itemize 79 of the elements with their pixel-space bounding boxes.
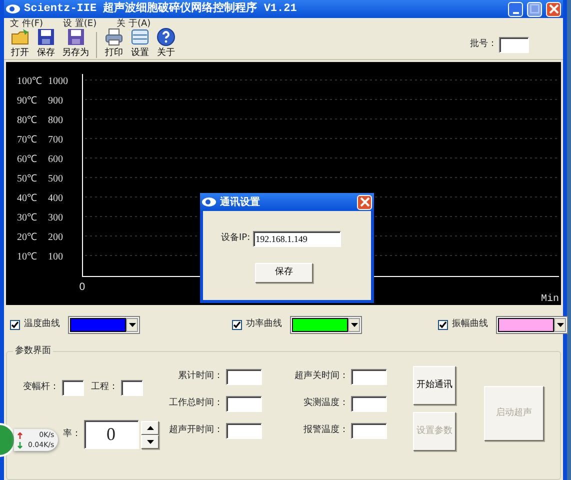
field-label: 工作总时间：: [168, 397, 223, 410]
close-icon: [358, 195, 371, 209]
axis-label: 30℃: [17, 212, 37, 224]
checkbox-label: 振幅曲线: [452, 318, 488, 332]
axis-label: 90℃: [17, 96, 37, 106]
printer-icon: [104, 27, 124, 47]
close-button[interactable]: [357, 194, 372, 210]
color-dropdown[interactable]: [68, 316, 140, 334]
axis-label: 100: [48, 252, 63, 262]
checkbox[interactable]: [438, 320, 448, 330]
minimize-icon: [512, 12, 518, 14]
spin-down-button[interactable]: [141, 434, 159, 448]
axis-label: 200: [48, 232, 63, 243]
color-dropdown[interactable]: [290, 316, 362, 334]
input-field[interactable]: [351, 423, 387, 439]
axis-label: 400: [48, 193, 63, 204]
app-icon: [202, 197, 216, 207]
download-arrow-icon: [17, 442, 23, 448]
field-label: 设备IP:: [221, 232, 250, 246]
input-field[interactable]: [226, 423, 262, 439]
checkbox-label: 功率曲线: [246, 318, 282, 332]
axis-unit: Min: [541, 294, 560, 305]
close-icon: [548, 4, 558, 14]
caret-icon: [556, 323, 564, 327]
caret-down-icon: [146, 440, 154, 444]
window-icon: [130, 27, 150, 47]
axis-label: 600: [48, 154, 63, 165]
field-label: 累计时间：: [177, 370, 223, 384]
field-label: 报警温度：: [302, 424, 348, 438]
field-label: 实测温度：: [302, 397, 348, 410]
axis-label: 500: [48, 174, 63, 184]
dialog-title: 通讯设置: [220, 196, 260, 210]
axis-label: 1000: [48, 76, 68, 87]
upload-arrow-icon: [17, 432, 23, 438]
input-field[interactable]: [120, 380, 142, 396]
field-label: 超声关时间：: [294, 370, 348, 384]
axis-label: 80℃: [17, 115, 37, 126]
help-icon: [156, 27, 176, 47]
axis-label: 100℃: [17, 76, 42, 87]
minimize-button[interactable]: [508, 2, 523, 16]
checkbox[interactable]: [232, 320, 242, 330]
input-field[interactable]: [226, 369, 262, 385]
color-dropdown[interactable]: [496, 316, 568, 334]
input-field[interactable]: [351, 369, 387, 385]
axis-label: 40℃: [17, 193, 37, 204]
close-button[interactable]: [546, 2, 561, 16]
axis-label: 20℃: [17, 232, 37, 243]
axis-label: 70℃: [17, 134, 37, 146]
axis-label: 700: [48, 134, 63, 146]
checkbox-label: 温度曲线: [24, 318, 60, 332]
field-label: 工程：: [91, 381, 118, 394]
input-field[interactable]: [351, 396, 387, 412]
axis-label: 50℃: [17, 174, 37, 184]
axis-label: 10℃: [17, 252, 37, 262]
ip-field[interactable]: 192.168.1.149: [252, 231, 341, 247]
app-icon: [6, 2, 20, 16]
toolbar-button[interactable]: 关于: [154, 27, 178, 58]
checkbox[interactable]: [10, 320, 20, 330]
axis-label: 300: [48, 212, 63, 224]
axis-label: 60℃: [17, 154, 37, 165]
field-label: 超声开时间：: [168, 424, 223, 438]
folder-icon: [10, 27, 30, 47]
caret-up-icon: [146, 426, 154, 430]
spin-up-button[interactable]: [141, 420, 159, 434]
action-button[interactable]: 开始通讯: [413, 366, 456, 405]
axis-label: 900: [48, 96, 63, 106]
save-button[interactable]: 保存: [255, 263, 313, 283]
caret-icon: [128, 323, 136, 327]
input-field[interactable]: [226, 396, 262, 412]
field-label: 率：: [63, 428, 81, 441]
batch-label: 批号：: [470, 38, 497, 51]
window-title: Scientz-IIE 超声波细胞破碎仪网络控制程序 V1.21: [24, 0, 297, 17]
input-field[interactable]: [62, 380, 84, 396]
batch-field[interactable]: [499, 36, 529, 52]
field-label: 变幅杆：: [23, 381, 59, 394]
caret-icon: [350, 323, 358, 327]
axis-label: 800: [48, 115, 63, 126]
number-field[interactable]: 0: [84, 420, 138, 449]
axis-label: 0: [79, 282, 86, 293]
